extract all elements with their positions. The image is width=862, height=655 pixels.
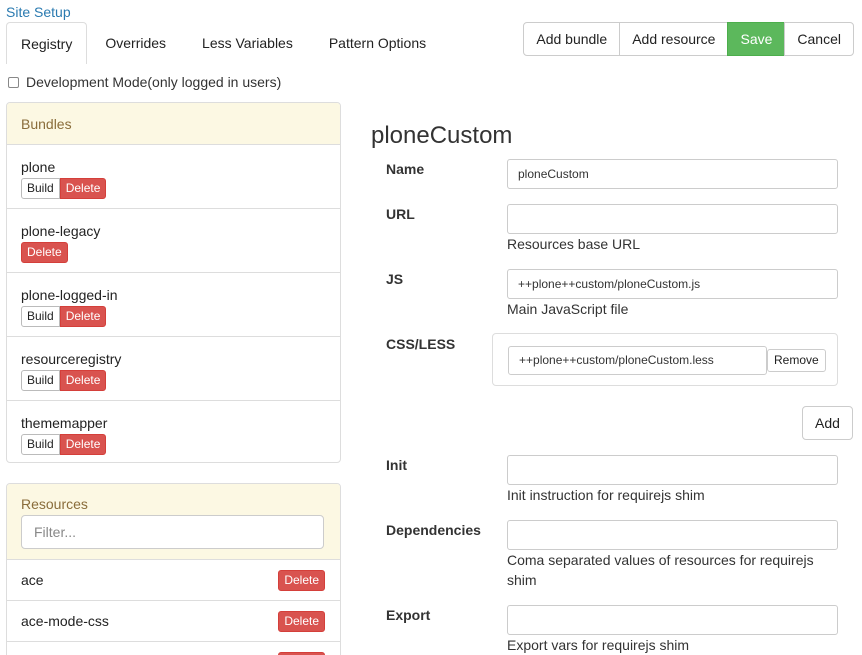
bundle-item-plone-logged-in[interactable]: plone-logged-in Build Delete xyxy=(7,273,340,337)
tab-pattern-options[interactable]: Pattern Options xyxy=(311,22,444,64)
save-button[interactable]: Save xyxy=(727,22,786,56)
url-help: Resources base URL xyxy=(507,236,641,252)
url-field[interactable] xyxy=(507,204,838,234)
resource-item-ace-mode-css[interactable]: ace-mode-css Delete xyxy=(7,601,340,642)
init-field[interactable] xyxy=(507,455,838,485)
delete-button[interactable]: Delete xyxy=(278,651,325,655)
resource-filter-input[interactable]: Filter... xyxy=(21,515,324,549)
dependencies-field[interactable] xyxy=(507,520,838,550)
remove-css-button[interactable]: Remove xyxy=(767,349,826,372)
tab-less-variables[interactable]: Less Variables xyxy=(184,22,311,64)
delete-button[interactable]: Delete xyxy=(59,434,107,455)
add-css-button[interactable]: Add xyxy=(802,406,853,440)
init-label: Init xyxy=(386,457,407,473)
development-mode-checkbox[interactable] xyxy=(8,76,19,88)
resources-heading-area: Resources Filter... xyxy=(7,484,340,560)
bundle-name[interactable]: resourceregistry xyxy=(21,350,326,368)
resource-item-ace[interactable]: ace Delete xyxy=(7,560,340,601)
resources-heading: Resources xyxy=(21,496,88,512)
name-label: Name xyxy=(386,161,425,177)
build-button[interactable]: Build xyxy=(21,434,60,455)
build-button[interactable]: Build xyxy=(21,370,60,391)
delete-button[interactable]: Delete xyxy=(59,370,107,391)
bundles-heading: Bundles xyxy=(7,103,340,145)
resource-name[interactable]: ace-mode-css xyxy=(21,613,109,629)
bundle-item-resourceregistry[interactable]: resourceregistry Build Delete xyxy=(7,337,340,401)
export-label: Export xyxy=(386,607,431,623)
add-bundle-button[interactable]: Add bundle xyxy=(523,22,621,56)
css-less-label: CSS/LESS xyxy=(386,336,456,352)
js-label: JS xyxy=(386,271,404,287)
css-less-list: ++plone++custom/ploneCustom.less Remove xyxy=(492,333,838,386)
resource-item-partial[interactable]: Delete xyxy=(7,642,340,655)
toolbar: Add bundle Add resource Save Cancel xyxy=(523,22,854,56)
js-field[interactable]: ++plone++custom/ploneCustom.js xyxy=(507,269,838,299)
bundles-panel: Bundles plone Build Delete plone-legacy … xyxy=(6,102,341,463)
tab-overrides[interactable]: Overrides xyxy=(87,22,184,64)
bundle-name[interactable]: plone xyxy=(21,158,326,176)
resource-name[interactable]: ace xyxy=(21,572,44,588)
delete-button[interactable]: Delete xyxy=(59,306,107,327)
delete-button[interactable]: Delete xyxy=(59,178,107,199)
dependencies-help: Coma separated values of resources for r… xyxy=(507,552,814,588)
resources-panel: Resources Filter... ace Delete ace-mode-… xyxy=(6,483,341,655)
delete-button[interactable]: Delete xyxy=(278,610,325,632)
js-help: Main JavaScript file xyxy=(507,301,629,317)
delete-button[interactable]: Delete xyxy=(278,569,325,591)
bundle-name[interactable]: plone-logged-in xyxy=(21,286,326,304)
bundle-item-plone[interactable]: plone Build Delete xyxy=(7,145,340,209)
export-help: Export vars for requirejs shim xyxy=(507,637,690,653)
development-mode-toggle[interactable]: Development Mode(only logged in users) xyxy=(8,74,281,90)
delete-button[interactable]: Delete xyxy=(21,242,68,263)
bundle-name[interactable]: plone-legacy xyxy=(21,222,326,240)
build-button[interactable]: Build xyxy=(21,178,60,199)
build-button[interactable]: Build xyxy=(21,306,60,327)
bundle-item-thememapper[interactable]: thememapper Build Delete xyxy=(7,401,340,462)
init-help: Init instruction for requirejs shim xyxy=(507,487,705,503)
development-mode-label: Development Mode(only logged in users) xyxy=(26,74,282,90)
css-less-field[interactable]: ++plone++custom/ploneCustom.less xyxy=(508,346,767,375)
add-resource-button[interactable]: Add resource xyxy=(619,22,729,56)
tab-registry[interactable]: Registry xyxy=(6,22,88,64)
bundle-name[interactable]: thememapper xyxy=(21,414,326,432)
dependencies-label: Dependencies xyxy=(386,522,481,538)
export-field[interactable] xyxy=(507,605,838,635)
breadcrumb-site-setup[interactable]: Site Setup xyxy=(6,4,71,20)
cancel-button[interactable]: Cancel xyxy=(784,22,854,56)
name-field[interactable]: ploneCustom xyxy=(507,159,838,189)
url-label: URL xyxy=(386,206,415,222)
form-title: ploneCustom xyxy=(371,122,513,149)
bundle-item-plone-legacy[interactable]: plone-legacy Delete xyxy=(7,209,340,273)
tab-bar: Registry Overrides Less Variables Patter… xyxy=(6,22,444,64)
